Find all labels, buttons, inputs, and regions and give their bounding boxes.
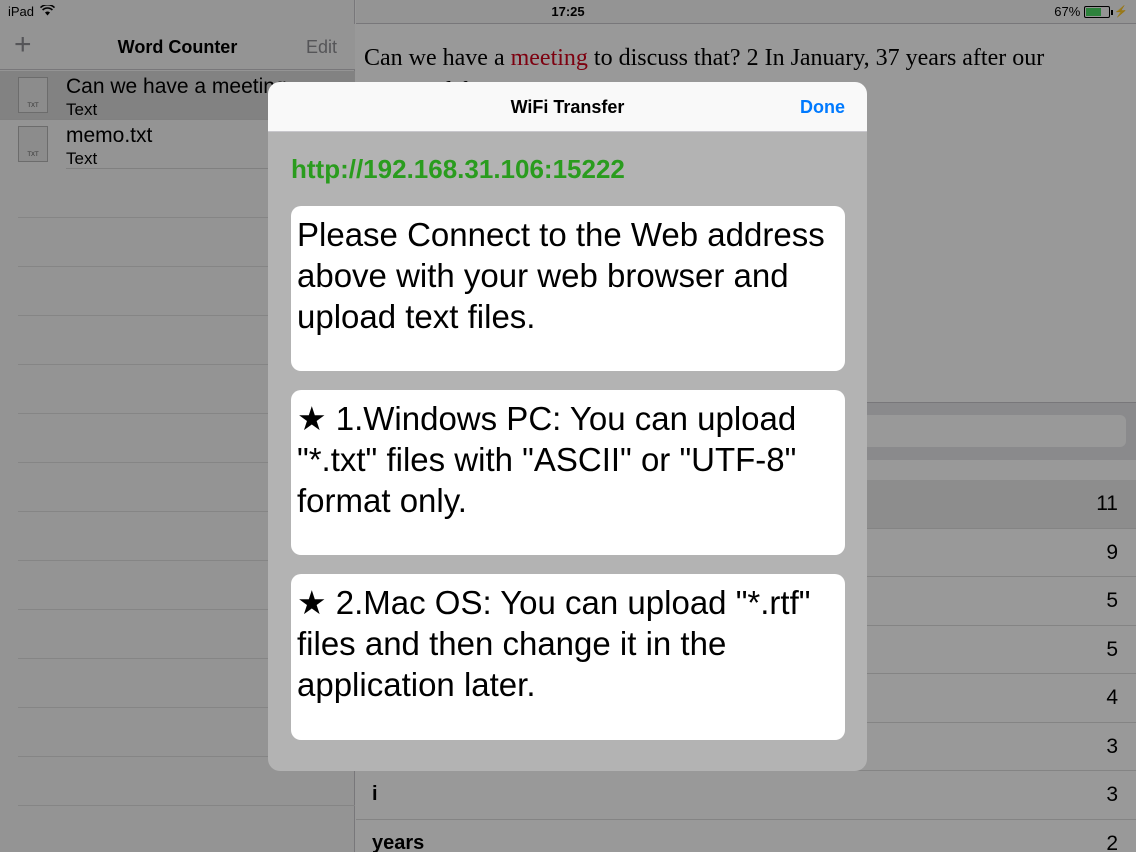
wifi-transfer-dialog: WiFi Transfer Done http://192.168.31.106…	[268, 82, 867, 771]
done-button[interactable]: Done	[800, 97, 845, 118]
mac-instruction-card: ★ 2.Mac OS: You can upload "*.rtf" files…	[291, 574, 845, 740]
transfer-url: http://192.168.31.106:15222	[291, 154, 625, 184]
dialog-title: WiFi Transfer	[510, 97, 625, 117]
instruction-card: Please Connect to the Web address above …	[291, 206, 845, 371]
windows-instruction-card: ★ 1.Windows PC: You can upload "*.txt" f…	[291, 390, 845, 555]
dialog-header: WiFi Transfer Done	[268, 82, 867, 132]
